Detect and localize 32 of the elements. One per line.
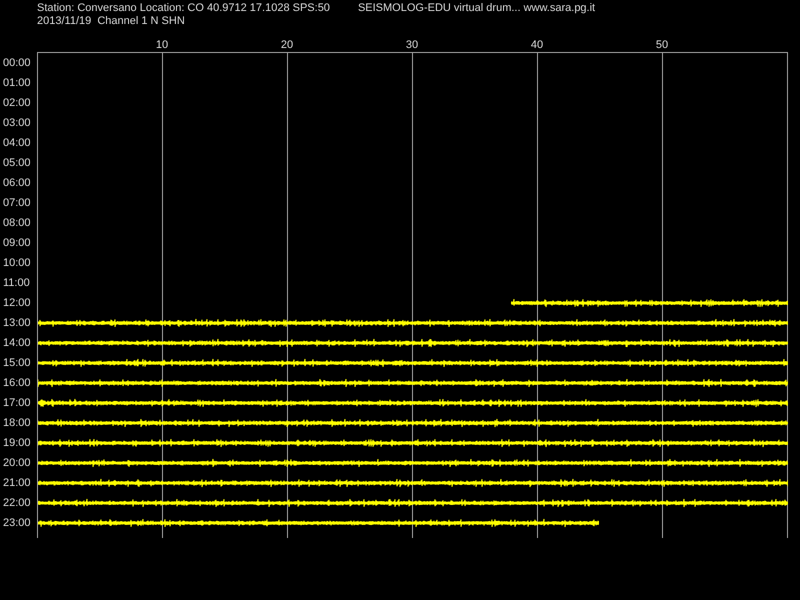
hour-label: 23:00 — [2, 516, 32, 530]
station-info: Station: Conversano Location: CO 40.9712 17.1028 SPS:50 — [37, 2, 330, 15]
hour-label: 20:00 — [2, 456, 32, 470]
hour-label: 08:00 — [2, 216, 32, 230]
hour-label: 18:00 — [2, 416, 32, 430]
hour-label: 17:00 — [2, 396, 32, 410]
hour-label: 12:00 — [2, 296, 32, 310]
minute-label: 20 — [280, 39, 294, 51]
hour-label: 07:00 — [2, 196, 32, 210]
hour-label: 01:00 — [2, 76, 32, 90]
app-title: SEISMOLOG-EDU virtual drum... www.sara.pg.it — [358, 2, 596, 15]
hour-label: 14:00 — [2, 336, 32, 350]
hour-label: 03:00 — [2, 116, 32, 130]
date-channel: 2013/11/19 Channel 1 N SHN — [37, 15, 185, 27]
hour-label: 09:00 — [2, 236, 32, 250]
minute-label: 10 — [156, 39, 168, 51]
minute-label: 40 — [530, 39, 544, 51]
hour-label: 00:00 — [2, 56, 32, 70]
hour-label: 04:00 — [2, 136, 32, 150]
hour-label: 15:00 — [2, 356, 32, 370]
hour-label: 13:00 — [2, 316, 32, 330]
minute-label: 50 — [656, 39, 668, 51]
hour-label: 06:00 — [2, 176, 32, 190]
hour-label: 11:00 — [2, 276, 31, 290]
hour-label: 10:00 — [2, 256, 32, 270]
hour-label: 02:00 — [2, 96, 32, 110]
hour-label: 21:00 — [2, 476, 32, 490]
hour-label: 16:00 — [2, 376, 32, 390]
minute-label: 30 — [406, 39, 418, 51]
hour-label: 05:00 — [2, 156, 32, 170]
hour-label: 22:00 — [2, 496, 32, 510]
hour-label: 19:00 — [2, 436, 32, 450]
